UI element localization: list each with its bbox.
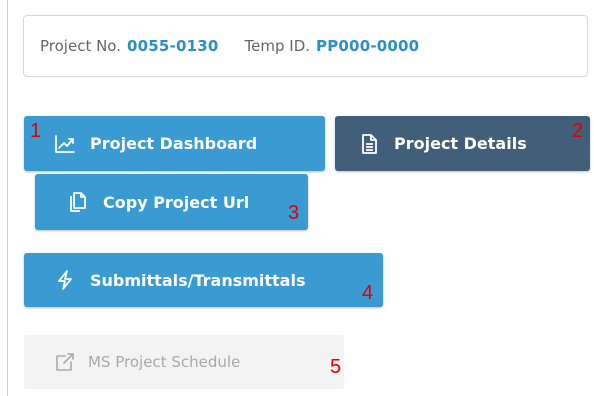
annotation-1: 1 bbox=[30, 120, 42, 142]
ms-project-schedule-button[interactable]: MS Project Schedule bbox=[24, 335, 344, 389]
ms-project-schedule-label: MS Project Schedule bbox=[88, 353, 241, 371]
submittals-transmittals-label: Submittals/Transmittals bbox=[90, 270, 306, 290]
project-no-value: 0055-0130 bbox=[127, 37, 219, 55]
temp-id: Temp ID. PP000-0000 bbox=[245, 37, 420, 55]
temp-id-label: Temp ID. bbox=[244, 37, 311, 55]
project-details-label: Project Details bbox=[394, 134, 527, 153]
copy-project-url-button[interactable]: Copy Project Url bbox=[35, 174, 308, 230]
annotation-2: 2 bbox=[572, 120, 584, 142]
project-dashboard-label: Project Dashboard bbox=[90, 134, 258, 153]
trend-chart-icon bbox=[54, 133, 76, 155]
project-dashboard-button[interactable]: Project Dashboard bbox=[24, 116, 325, 171]
annotation-5: 5 bbox=[330, 356, 342, 378]
annotation-3: 3 bbox=[288, 202, 300, 224]
project-details-button[interactable]: Project Details bbox=[335, 116, 590, 171]
temp-id-value: PP000-0000 bbox=[316, 37, 420, 55]
annotation-4: 4 bbox=[362, 282, 374, 304]
left-border bbox=[7, 0, 8, 396]
submittals-transmittals-button[interactable]: Submittals/Transmittals bbox=[24, 253, 383, 307]
project-info-card: Project No. 0055-0130 Temp ID. PP000-000… bbox=[23, 15, 588, 77]
project-number: Project No. 0055-0130 bbox=[40, 37, 219, 55]
project-no-label: Project No. bbox=[40, 37, 121, 55]
document-icon bbox=[358, 133, 380, 155]
lightning-icon bbox=[54, 269, 76, 291]
copy-icon bbox=[67, 191, 89, 213]
copy-project-url-label: Copy Project Url bbox=[103, 192, 250, 212]
external-link-icon bbox=[54, 351, 76, 373]
